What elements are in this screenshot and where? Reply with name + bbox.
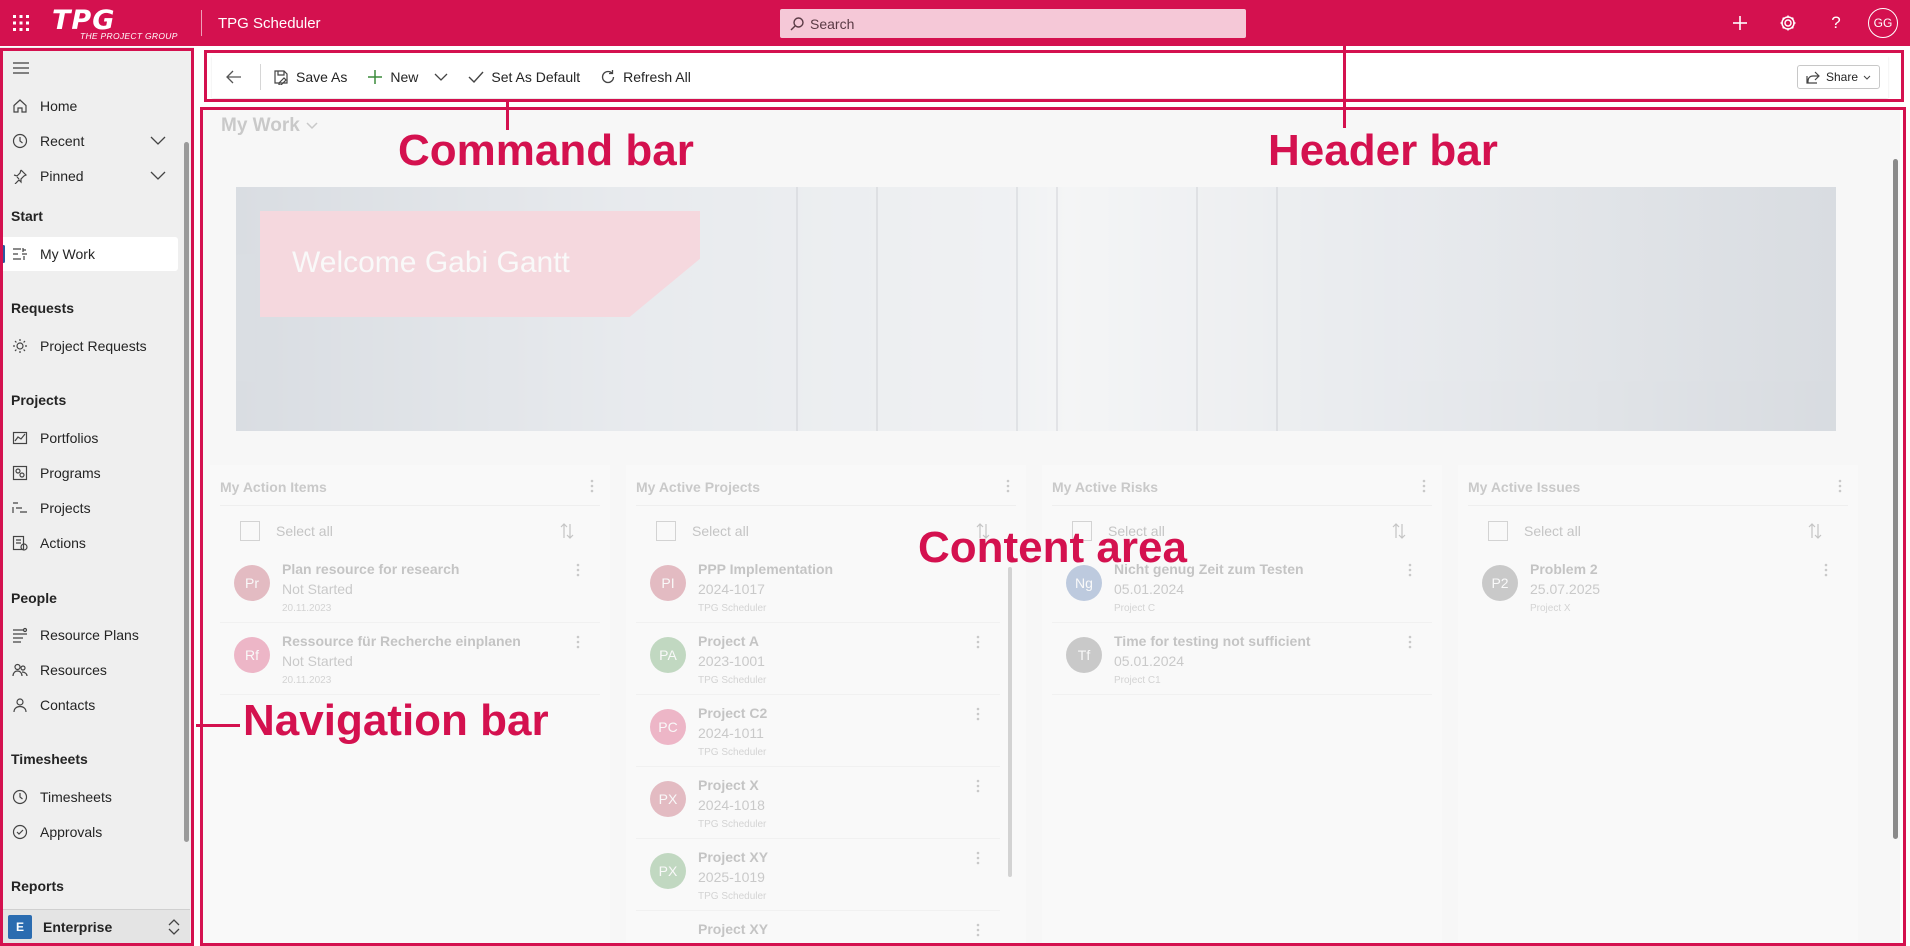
search-input[interactable]: Search — [780, 9, 1246, 38]
app-title[interactable]: TPG Scheduler — [218, 15, 321, 32]
add-icon[interactable] — [1716, 0, 1764, 46]
logo-tagline: THE PROJECT GROUP — [80, 31, 178, 41]
navigation-bar-annotation: Navigation bar — [243, 696, 549, 745]
search-icon — [790, 16, 804, 31]
command-bar-highlight — [204, 50, 1904, 102]
header-bar-annotation: Header bar — [1268, 126, 1498, 175]
navigation-bar-highlight — [0, 48, 194, 946]
header-divider — [201, 10, 202, 36]
app-root: TPG THE PROJECT GROUP TPG Scheduler Sear… — [0, 0, 1910, 946]
search-placeholder: Search — [810, 15, 855, 32]
header-actions: ? GG — [1716, 0, 1910, 46]
header-bar: TPG THE PROJECT GROUP TPG Scheduler Sear… — [0, 0, 1910, 46]
tpg-logo[interactable]: TPG THE PROJECT GROUP — [52, 3, 187, 43]
gear-icon[interactable] — [1764, 0, 1812, 46]
header-bar-pointer — [1343, 46, 1346, 128]
help-icon[interactable]: ? — [1812, 0, 1860, 46]
avatar[interactable]: GG — [1868, 8, 1898, 38]
app-launcher-icon[interactable] — [0, 0, 42, 46]
navigation-bar-pointer — [196, 724, 240, 727]
content-area-annotation: Content area — [918, 523, 1187, 572]
command-bar-annotation: Command bar — [398, 126, 694, 175]
